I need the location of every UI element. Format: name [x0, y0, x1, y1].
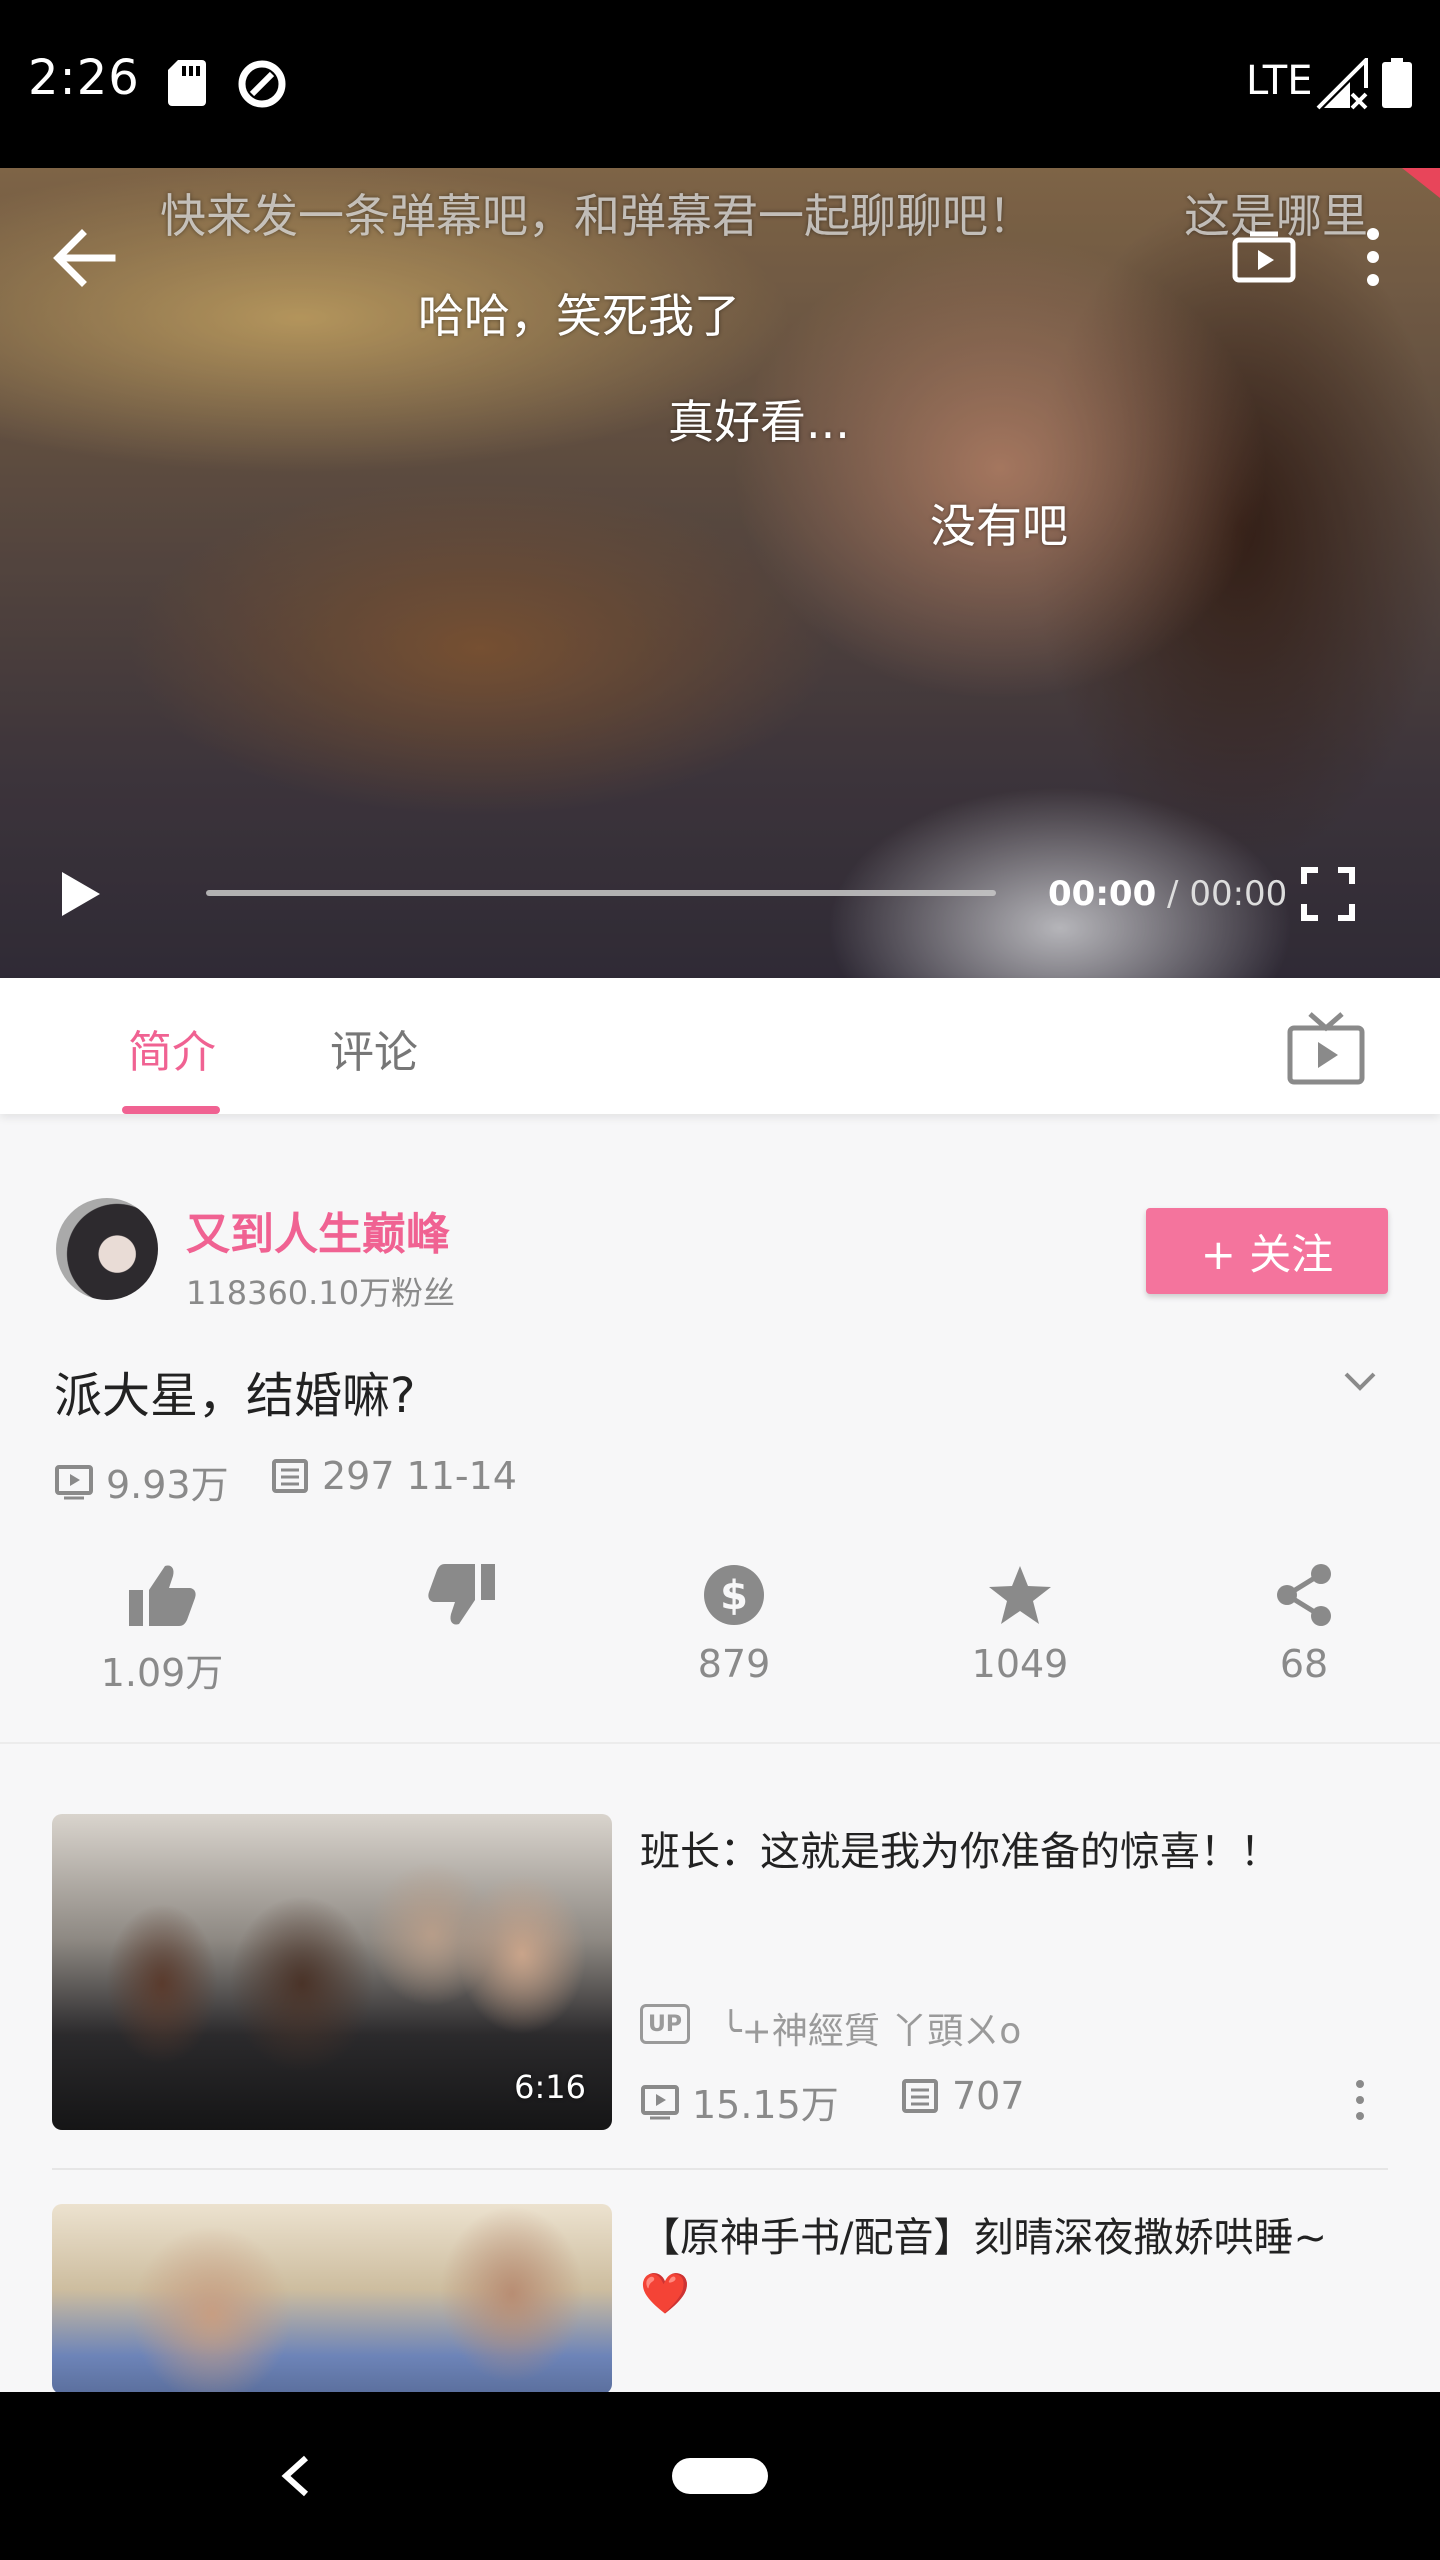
more-vertical-icon[interactable] — [1352, 2078, 1368, 2122]
video-title: 派大星，结婚嘛? — [54, 1368, 416, 1424]
favorite-count: 1049 — [971, 1642, 1069, 1686]
danmaku-comment: 哈哈，笑死我了 — [418, 289, 740, 343]
play-icon[interactable] — [56, 868, 104, 920]
tab-comments[interactable]: 评论 — [330, 1016, 418, 1080]
up-badge: UP — [640, 2004, 690, 2044]
active-tab-indicator — [122, 1106, 220, 1114]
dislike-button[interactable] — [372, 1562, 552, 1642]
nav-home-button[interactable] — [672, 2458, 768, 2494]
share-button[interactable]: 68 — [1214, 1562, 1394, 1686]
related-title[interactable]: 【原神手书/配音】刻晴深夜撒娇哄睡~❤️ — [640, 2210, 1360, 2322]
share-count: 68 — [1279, 1642, 1329, 1686]
svg-text:$: $ — [720, 1573, 748, 1619]
related-title[interactable]: 班长：这就是我为你准备的惊喜！！ — [640, 1824, 1360, 1880]
views-icon — [55, 1464, 93, 1499]
thumbs-up-icon — [129, 1565, 196, 1626]
coin-button[interactable]: $ 879 — [644, 1562, 824, 1686]
views-icon — [641, 2084, 679, 2119]
progress-bar[interactable] — [206, 890, 996, 896]
danmaku-count: 297 11-14 — [270, 1454, 517, 1498]
avatar[interactable] — [56, 1198, 158, 1300]
uploader-name[interactable]: 又到人生巅峰 — [186, 1198, 450, 1262]
fullscreen-icon[interactable] — [1300, 866, 1356, 922]
data-saver-icon — [238, 60, 286, 108]
tab-intro[interactable]: 简介 — [128, 1016, 216, 1080]
danmaku-list-icon — [272, 1459, 308, 1493]
like-button[interactable]: 1.09万 — [72, 1562, 252, 1697]
view-count-text: 9.93万 — [106, 1463, 229, 1507]
danmaku-comment: 真好看... — [668, 395, 850, 449]
related-thumbnail[interactable]: 6:16 — [52, 1814, 612, 2130]
section-divider — [0, 1742, 1440, 1744]
time-separator: / — [1156, 874, 1190, 914]
coin-icon: $ — [704, 1565, 764, 1625]
nav-back-icon[interactable] — [278, 2454, 314, 2498]
corner-marker — [1402, 168, 1440, 198]
related-views-text: 15.15万 — [692, 2083, 839, 2127]
time-display: 00:00 / 00:00 — [1048, 874, 1287, 914]
more-vertical-icon[interactable] — [1360, 226, 1386, 288]
related-danmaku-text: 707 — [952, 2074, 1025, 2118]
chevron-down-icon[interactable] — [1340, 1368, 1380, 1396]
upload-date: 11-14 — [406, 1454, 517, 1498]
danmaku-comment: 没有吧 — [930, 499, 1068, 553]
favorite-button[interactable]: 1049 — [930, 1562, 1110, 1686]
coin-count: 879 — [697, 1642, 771, 1686]
thumbs-down-icon — [428, 1564, 495, 1625]
play-list-icon[interactable] — [1232, 226, 1296, 284]
video-player[interactable]: 快来发一条弹幕吧，和弹幕君一起聊聊吧！ 这是哪里 哈哈，笑死我了 真好看... … — [0, 168, 1440, 978]
danmaku-comment: 快来发一条弹幕吧，和弹幕君一起聊聊吧！ — [160, 189, 1034, 243]
like-count: 1.09万 — [100, 1651, 224, 1695]
current-time: 00:00 — [1048, 874, 1157, 914]
battery-icon — [1382, 58, 1412, 108]
related-thumbnail[interactable] — [52, 2204, 612, 2394]
video-duration: 6:16 — [514, 2068, 586, 2106]
related-author[interactable]: ╰+神經質 丫頭ㄨo — [720, 2002, 1021, 2054]
tab-bar: 简介 评论 — [0, 978, 1440, 1114]
clock: 2:26 — [28, 50, 140, 106]
star-icon — [989, 1566, 1051, 1624]
signal-icon — [1316, 58, 1368, 110]
tv-icon[interactable] — [1286, 1010, 1366, 1086]
danmaku-list-icon — [902, 2079, 938, 2113]
share-icon — [1277, 1564, 1331, 1626]
related-views: 15.15万 — [640, 2074, 839, 2129]
follow-button[interactable]: + 关注 — [1146, 1208, 1388, 1294]
list-divider — [52, 2168, 1388, 2170]
sd-card-icon — [168, 60, 206, 106]
related-danmaku: 707 — [900, 2074, 1025, 2118]
back-arrow-icon[interactable] — [52, 226, 116, 290]
danmaku-count-text: 297 — [322, 1454, 395, 1498]
network-type: LTE — [1246, 58, 1313, 104]
status-bar: 2:26 LTE — [0, 0, 1440, 168]
total-time: 00:00 — [1189, 874, 1288, 914]
uploader-fans: 118360.10万粉丝 — [186, 1274, 456, 1312]
view-count: 9.93万 — [54, 1454, 229, 1509]
